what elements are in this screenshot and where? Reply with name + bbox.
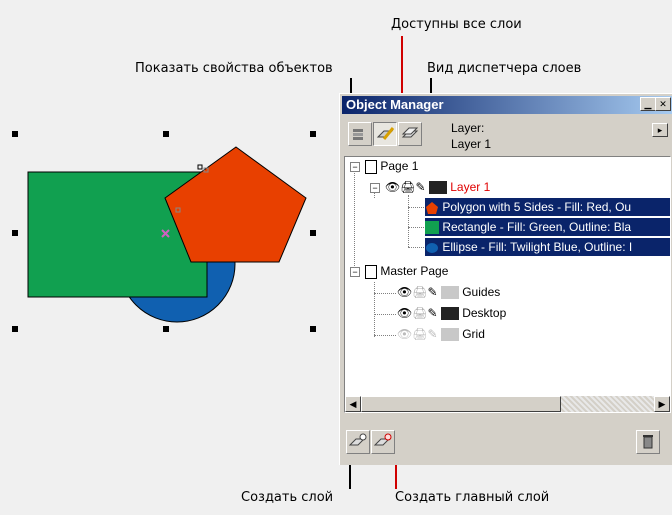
selection-handle-bm[interactable] [163,326,169,332]
layer-color-swatch [428,181,447,195]
minimize-button[interactable]: ▁ [640,97,656,111]
callout-new-layer: Создать слой [241,490,334,505]
new-layer-button[interactable] [346,430,370,454]
tree-guide [374,293,396,294]
eye-icon[interactable]: 👁 [397,327,412,341]
close-button[interactable]: ✕ [655,97,671,111]
tree-object-ellipse[interactable]: Ellipse - Fill: Twilight Blue, Outline: … [425,238,670,256]
tree-item-layer1-label: Layer 1 [450,180,491,194]
tree-item-guides-label: Guides [462,285,501,299]
expand-toggle-page1[interactable]: − [350,162,360,172]
scroll-right-button[interactable]: ▶ [654,396,670,412]
object-tree[interactable]: − Page 1 − 👁🖨✎ Layer 1 Polygon with 5 Si… [344,156,671,413]
tree-guide [354,171,355,272]
tree-guide [374,282,375,337]
horizontal-scrollbar[interactable]: ◀ ▶ [345,396,670,412]
pentagon-shape[interactable] [164,146,307,263]
layer-color-swatch [440,307,459,321]
layers-properties-icon [353,129,363,140]
new-master-layer-button[interactable] [371,430,395,454]
tree-object-rectangle[interactable]: Rectangle - Fill: Green, Outline: Bla [425,218,670,236]
tree-guide [408,207,424,208]
tree-guide [408,195,409,247]
new-master-layer-icon [373,433,392,446]
pencil-icon[interactable]: ✎ [415,180,425,194]
delete-button[interactable] [636,430,660,454]
tree-item-layer1[interactable]: 👁🖨✎ Layer 1 [385,178,490,196]
tree-item-master-page[interactable]: Master Page [365,262,448,280]
all-layers-button[interactable] [373,122,397,146]
ellipse-icon [426,242,438,253]
show-properties-button[interactable] [348,122,372,146]
tree-item-master-label: Master Page [380,264,449,278]
manager-view-button[interactable] [398,122,422,146]
tree-object-ellipse-label: Ellipse - Fill: Twilight Blue, Outline: … [442,240,633,254]
selection-handle-ml[interactable] [12,230,18,236]
expand-toggle-master[interactable]: − [350,267,360,277]
current-layer-label: Layer: [451,121,485,135]
tree-object-rectangle-label: Rectangle - Fill: Green, Outline: Bla [442,220,632,234]
node-handle-icon-corner [197,164,203,170]
rectangle-icon [425,221,439,235]
callout-show-properties: Показать свойства объектов [135,61,333,76]
layer-color-swatch [440,286,459,300]
callout-all-layers: Доступны все слои [391,17,522,32]
page-icon [365,264,377,279]
current-layer-name: Layer 1 [451,137,492,151]
selection-handle-tr[interactable] [310,131,316,137]
pencil-icon[interactable]: ✎ [427,306,437,320]
eye-icon[interactable]: 👁 [397,285,412,299]
tree-guide [408,247,424,248]
drawing-canvas[interactable] [0,100,335,360]
selection-handle-br[interactable] [310,326,316,332]
pencil-layers-icon [376,127,395,140]
trash-icon [643,435,653,449]
object-manager-panel: Object Manager ▁ ✕ Layer: Layer 1 ▸ − Pa… [339,93,672,465]
scroll-thumb[interactable] [361,396,561,412]
tree-item-desktop-label: Desktop [462,306,507,320]
layer-manager-icon [401,127,419,138]
scroll-left-button[interactable]: ◀ [345,396,361,412]
eye-icon[interactable]: 👁 [385,180,400,194]
eye-icon[interactable]: 👁 [397,306,412,320]
pentagon-icon [426,201,438,214]
tree-guide [374,314,396,315]
selection-handle-tl[interactable] [12,131,18,137]
panel-titlebar[interactable]: Object Manager [342,96,672,114]
selection-handle-tm[interactable] [163,131,169,137]
selection-handle-bl[interactable] [12,326,18,332]
callout-manager-view: Вид диспетчера слоев [427,61,582,76]
callout-new-master-layer: Создать главный слой [395,490,550,505]
selection-handle-mr[interactable] [310,230,316,236]
tree-item-grid[interactable]: 👁🖨✎ Grid [397,325,485,343]
printer-icon[interactable]: 🖨 [400,180,415,194]
tree-guide [408,227,424,228]
tree-item-page1[interactable]: Page 1 [365,157,418,175]
printer-icon[interactable]: 🖨 [412,285,427,299]
panel-menu-arrow-button[interactable]: ▸ [652,123,668,137]
pencil-icon[interactable]: ✎ [427,285,437,299]
tree-item-desktop[interactable]: 👁🖨✎ Desktop [397,304,506,322]
tree-object-polygon[interactable]: Polygon with 5 Sides - Fill: Red, Ou [425,198,670,216]
new-layer-icon [348,433,367,446]
tree-object-polygon-label: Polygon with 5 Sides - Fill: Red, Ou [442,200,632,214]
panel-title: Object Manager [346,97,444,112]
tree-item-page1-label: Page 1 [380,159,419,173]
printer-icon[interactable]: 🖨 [412,306,427,320]
tree-guide [374,335,396,336]
pencil-icon[interactable]: ✎ [427,327,437,341]
page-icon [365,159,377,174]
expand-toggle-layer1[interactable]: − [370,183,380,193]
tree-item-grid-label: Grid [462,327,485,341]
tree-item-guides[interactable]: 👁🖨✎ Guides [397,283,500,301]
layer-color-swatch [440,328,459,342]
printer-icon[interactable]: 🖨 [412,327,427,341]
